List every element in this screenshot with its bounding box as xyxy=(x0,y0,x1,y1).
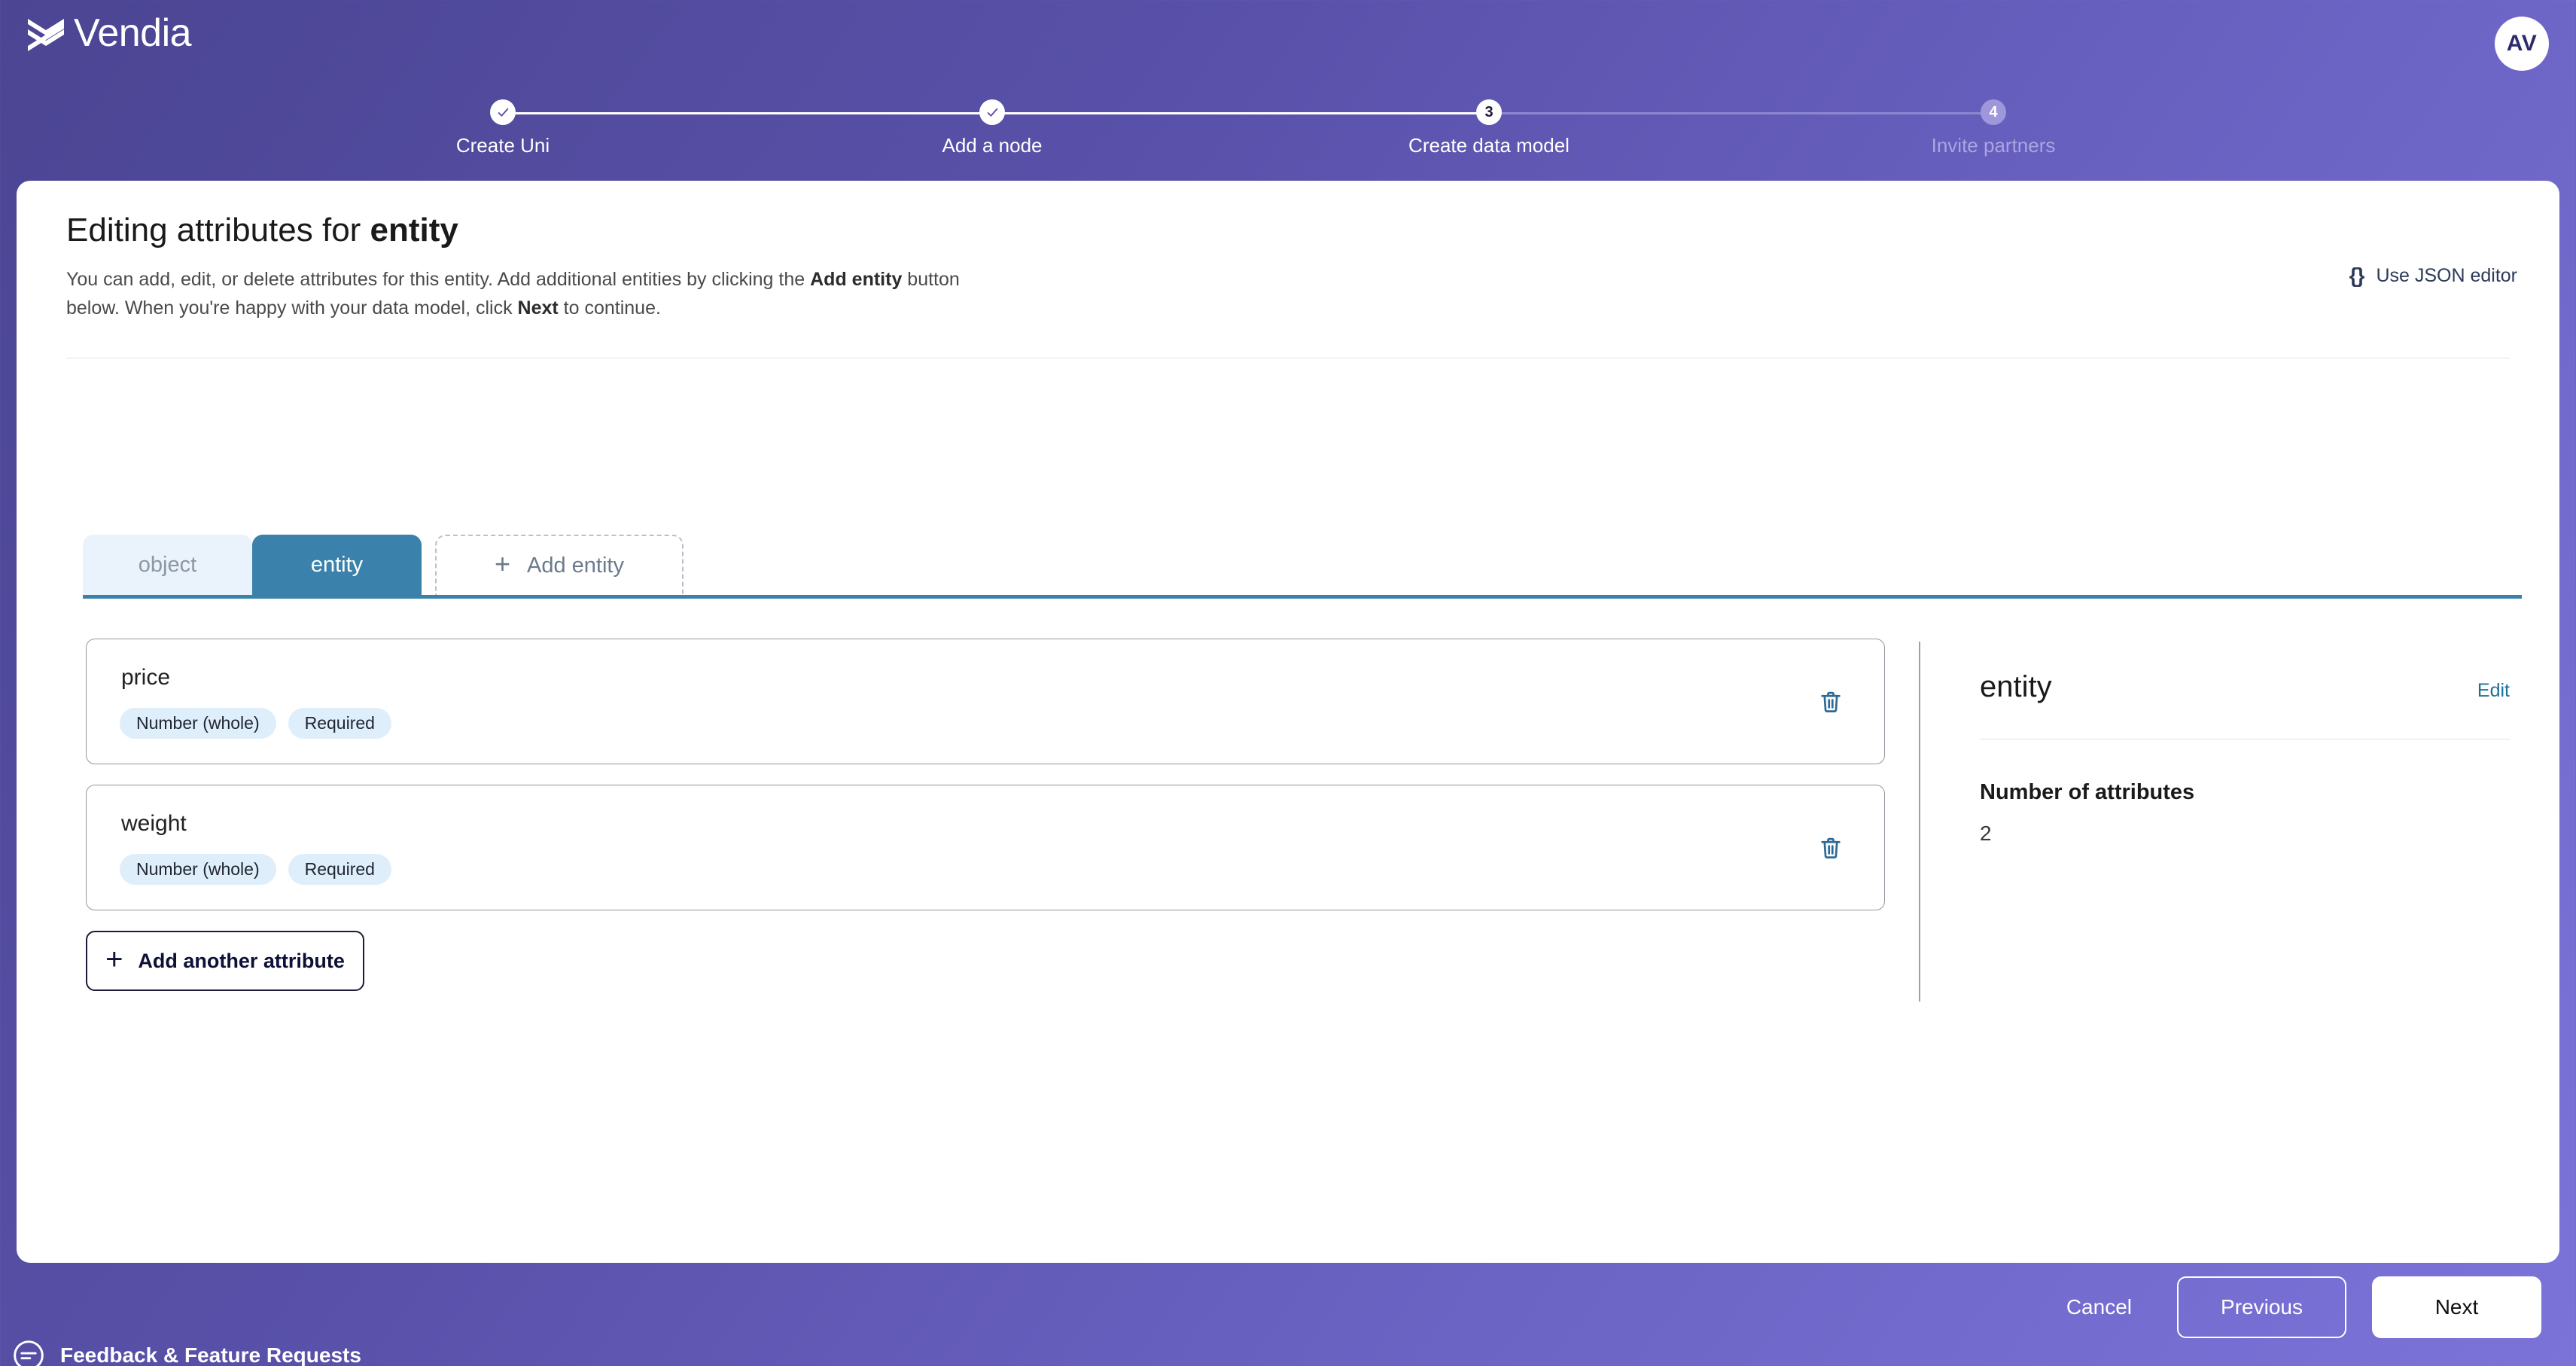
tab-add-entity[interactable]: + Add entity xyxy=(435,535,684,595)
status-badge: Required xyxy=(288,708,391,739)
step-add-node[interactable]: Add a node xyxy=(894,89,1090,157)
delete-attribute-button[interactable] xyxy=(1813,685,1848,719)
footer-actions: Cancel Previous Next xyxy=(2047,1276,2541,1338)
step-3-indicator: 3 xyxy=(1476,99,1502,125)
feedback-label: Feedback & Feature Requests xyxy=(60,1343,361,1366)
attribute-badges: Number (whole) Required xyxy=(120,708,391,739)
page-description: You can add, edit, or delete attributes … xyxy=(66,265,1007,322)
cancel-button[interactable]: Cancel xyxy=(2047,1276,2151,1338)
delete-attribute-button[interactable] xyxy=(1813,831,1848,865)
brand-logo[interactable]: Vendia xyxy=(26,11,192,55)
page-title-prefix: Editing attributes for xyxy=(66,212,370,249)
entity-details-panel: entity Edit Number of attributes 2 xyxy=(1980,670,2510,846)
status-badge: Number (whole) xyxy=(120,854,276,885)
brand-name: Vendia xyxy=(74,11,192,55)
progress-stepper: Create Uni Add a node 3 Create data mode… xyxy=(456,89,2076,172)
step-4-indicator: 4 xyxy=(1981,99,2006,125)
add-another-attribute-button[interactable]: + Add another attribute xyxy=(86,931,364,991)
tab-object[interactable]: object xyxy=(83,535,252,595)
vendia-braid-icon xyxy=(26,15,66,51)
entity-details-title: entity xyxy=(1980,670,2052,703)
desc-bold-next: Next xyxy=(517,297,559,319)
use-json-editor-button[interactable]: {} Use JSON editor xyxy=(2349,264,2517,288)
page-title-entity: entity xyxy=(370,212,458,249)
use-json-editor-label: Use JSON editor xyxy=(2376,264,2517,286)
step-1-label: Create Uni xyxy=(455,134,550,157)
main-panel: Editing attributes for entity You can ad… xyxy=(17,181,2559,1263)
avatar[interactable]: AV xyxy=(2495,17,2549,71)
desc-part-1: You can add, edit, or delete attributes … xyxy=(66,269,811,291)
tabs-underline xyxy=(83,595,2522,599)
desc-part-3: to continue. xyxy=(558,297,661,319)
page-title: Editing attributes for entity xyxy=(66,212,2513,249)
entity-tabs: object entity + Add entity xyxy=(83,535,684,595)
desc-bold-add-entity: Add entity xyxy=(810,269,903,291)
number-of-attributes-value: 2 xyxy=(1980,822,1992,845)
plus-icon: + xyxy=(105,942,123,976)
braces-icon: {} xyxy=(2349,264,2365,287)
add-entity-label: Add entity xyxy=(527,553,624,578)
step-create-data-model[interactable]: 3 Create data model xyxy=(1391,89,1587,157)
attribute-name: weight xyxy=(121,811,187,836)
table-row[interactable]: price Number (whole) Required xyxy=(86,639,1885,764)
check-icon xyxy=(498,108,508,117)
check-icon xyxy=(987,108,997,117)
attribute-list: price Number (whole) Required weight Num… xyxy=(86,639,1885,991)
number-of-attributes-label: Number of attributes xyxy=(1980,780,2195,804)
table-row[interactable]: weight Number (whole) Required xyxy=(86,785,1885,910)
status-badge: Required xyxy=(288,854,391,885)
previous-button[interactable]: Previous xyxy=(2177,1276,2346,1338)
feedback-link[interactable]: Feedback & Feature Requests xyxy=(12,1339,361,1366)
trash-icon xyxy=(1821,691,1841,712)
add-another-attribute-label: Add another attribute xyxy=(138,949,345,972)
feedback-circle-icon xyxy=(12,1339,45,1366)
step-create-uni[interactable]: Create Uni xyxy=(405,89,601,157)
panel-header: Editing attributes for entity You can ad… xyxy=(17,181,2559,322)
step-invite-partners[interactable]: 4 Invite partners xyxy=(1895,89,2091,157)
attribute-name: price xyxy=(121,665,171,690)
edit-entity-link[interactable]: Edit xyxy=(2477,680,2510,702)
tab-entity[interactable]: entity xyxy=(252,535,422,595)
entity-details-header: entity Edit xyxy=(1980,670,2510,704)
step-2-indicator xyxy=(979,99,1005,125)
status-badge: Number (whole) xyxy=(120,708,276,739)
attribute-badges: Number (whole) Required xyxy=(120,854,391,885)
step-4-label: Invite partners xyxy=(1931,134,2056,157)
step-3-label: Create data model xyxy=(1408,134,1570,157)
trash-icon xyxy=(1821,837,1841,858)
step-2-label: Add a node xyxy=(942,134,1043,157)
panel-divider xyxy=(1919,642,1920,1002)
top-bar: Vendia AV xyxy=(0,0,2576,87)
plus-icon: + xyxy=(494,548,511,579)
step-1-indicator xyxy=(490,99,516,125)
next-button[interactable]: Next xyxy=(2372,1276,2541,1338)
